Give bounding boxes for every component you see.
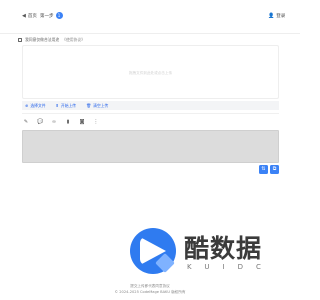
swap-button[interactable]: ⇅ <box>259 165 268 174</box>
watermark-sub: KUIDC <box>187 263 274 271</box>
delete-icon[interactable]: ▮ <box>65 120 71 125</box>
upload-actions: ⊕ 选择文件 ⬆ 开始上传 🗑 清空上传 <box>22 101 279 110</box>
top-nav: ◀ 首页 第一步 1 👤 登录 <box>0 0 300 34</box>
user-icon: 👤 <box>268 12 275 19</box>
select-file-label: 选择文件 <box>30 102 46 108</box>
content-textarea[interactable] <box>22 130 279 163</box>
copy-icon: ⧉ <box>272 166 277 172</box>
footer-line-2: © 2024-2025 CodeMage BAKU 版权所有 <box>114 290 186 294</box>
agreement-row: 我同意仅做合法用途 《使用协议》 <box>18 37 85 43</box>
step-badge: 1 <box>55 12 63 19</box>
plus-icon: ⊕ <box>25 102 29 108</box>
divider <box>22 113 279 114</box>
upload-icon: ⬆ <box>55 102 59 108</box>
agreement-link[interactable]: 《使用协议》 <box>62 37 85 43</box>
select-file-button[interactable]: ⊕ 选择文件 <box>25 103 46 109</box>
more-icon[interactable]: ⋮ <box>93 120 99 125</box>
swap-icon: ⇅ <box>261 166 266 172</box>
copy-button[interactable]: ⧉ <box>270 165 279 174</box>
upload-button[interactable]: ⬆ 开始上传 <box>56 103 77 109</box>
agreement-text: 我同意仅做合法用途 <box>25 37 60 42</box>
clear-button[interactable]: 🗑 清空上传 <box>86 103 108 109</box>
comment-icon[interactable]: 💬 <box>37 120 43 125</box>
watermark-brand: 酷数据 <box>184 234 263 263</box>
editor-toolbar: ✎ 💬 ∞ ▮ ◙ ⋮ <box>23 120 99 125</box>
nav-step[interactable]: 第一步 1 <box>40 12 63 19</box>
edit-icon[interactable]: ✎ <box>23 120 29 125</box>
trash-icon: 🗑 <box>86 102 92 108</box>
clear-label: 清空上传 <box>93 102 109 108</box>
nav-login[interactable]: 👤 登录 <box>268 13 285 19</box>
nav-login-label: 登录 <box>276 14 286 19</box>
image-icon[interactable]: ◙ <box>79 120 85 125</box>
nav-home-label: 首页 <box>27 14 37 19</box>
action-buttons: ⇅ ⧉ <box>259 165 279 174</box>
watermark-logo <box>130 228 176 274</box>
upload-label: 开始上传 <box>60 102 77 108</box>
agreement-checkbox[interactable] <box>18 38 22 42</box>
nav-step-label: 第一步 <box>40 13 54 19</box>
back-icon: ◀ <box>22 12 26 19</box>
nav-home[interactable]: ◀ 首页 <box>22 13 37 19</box>
upload-dropzone[interactable]: 拖拽文件到此处或点击上传 <box>22 45 279 99</box>
logo-tail <box>155 253 175 273</box>
link-icon[interactable]: ∞ <box>51 120 57 125</box>
upload-hint: 拖拽文件到此处或点击上传 <box>128 71 173 75</box>
footer-line-1: 提交上传即代表同意协议 <box>130 284 170 288</box>
